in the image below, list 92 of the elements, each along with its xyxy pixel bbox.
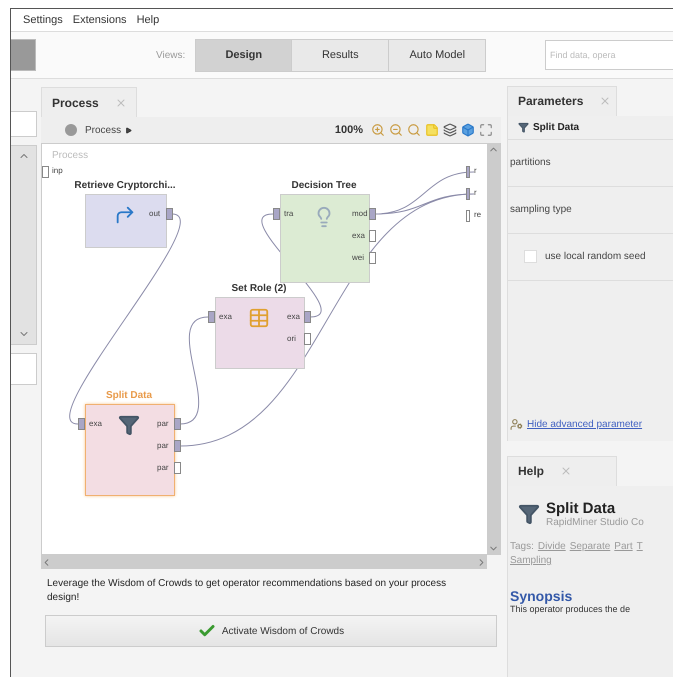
funnel-icon	[518, 122, 529, 133]
parameter-label: partitions	[510, 157, 551, 168]
output-port[interactable]	[174, 418, 181, 430]
view-tab[interactable]: Auto Model	[389, 38, 486, 72]
menu-item[interactable]: Settings	[23, 14, 63, 26]
port-label: par	[157, 419, 169, 428]
operator-name: Split Data	[533, 122, 580, 133]
zoom-level: 100%	[334, 124, 363, 136]
search-icon[interactable]	[407, 123, 421, 137]
operator-node[interactable]	[85, 194, 167, 248]
wisdom-message: Leverage the Wisdom of Crowds to get operator recommendations based on your process design!	[46, 577, 448, 605]
output-port[interactable]	[174, 440, 181, 452]
synopsis-text: This operator produces the de	[509, 604, 632, 614]
process-icon	[65, 124, 77, 136]
parameter-label: sampling type	[510, 204, 572, 216]
operator-title: Split Data	[106, 390, 152, 401]
advanced-link[interactable]: Hide advanced parameter	[527, 418, 642, 430]
toolbar-button[interactable]	[11, 39, 36, 71]
output-port[interactable]	[304, 333, 311, 345]
close-icon[interactable]	[599, 95, 612, 108]
user-icon	[510, 418, 523, 431]
help-title: Split Data	[546, 500, 616, 517]
port-label: ori	[287, 334, 296, 343]
operator-title: Decision Tree	[291, 180, 357, 191]
port-label: inp	[52, 166, 63, 175]
fit-icon[interactable]	[479, 123, 493, 137]
port-label: exa	[219, 312, 232, 321]
canvas-label: Process	[52, 150, 88, 161]
input-port[interactable]	[208, 311, 215, 323]
tab-title: Parameters	[518, 94, 584, 108]
output-port[interactable]	[304, 311, 311, 323]
output-port[interactable]	[174, 462, 181, 474]
menu-item[interactable]: Help	[136, 14, 160, 26]
zoom-out-icon[interactable]	[389, 123, 403, 137]
port-label: par	[157, 463, 169, 472]
panel-tab[interactable]: Parameters	[507, 86, 617, 116]
table-icon	[248, 307, 270, 329]
funnel-icon	[118, 414, 140, 436]
port-label: mod	[352, 209, 368, 218]
activate-button[interactable]: Activate Wisdom of Crowds	[45, 615, 497, 647]
port-label: wei	[352, 253, 364, 262]
output-port[interactable]	[466, 210, 470, 222]
view-tab[interactable]: Design	[195, 38, 292, 72]
port-label: exa	[89, 419, 102, 428]
layers-icon[interactable]	[443, 123, 457, 137]
operator-title: Set Role (2)	[232, 283, 286, 294]
port-label: out	[149, 209, 160, 218]
operator-node[interactable]	[280, 194, 370, 283]
panel-tab[interactable]: Process	[41, 87, 137, 117]
port-label: exa	[287, 312, 300, 321]
scrollbar[interactable]	[11, 145, 37, 345]
help-subtitle: RapidMiner Studio Co	[546, 516, 644, 528]
cube-icon[interactable]	[461, 123, 475, 137]
process-canvas[interactable]: Process inp r r re Retrieve Cryptorchi... out Decision Tree tra mod exa wei Set Role (2) exa exa ori Split Data exa par par par	[42, 144, 487, 554]
tags-label: Tags:	[510, 540, 534, 554]
checkbox-label: use local random seed	[545, 251, 646, 262]
output-port[interactable]	[369, 252, 376, 264]
tab-title: Help	[518, 464, 544, 478]
port-label: re	[474, 210, 482, 219]
port-label: tra	[284, 209, 294, 218]
section-heading: Synopsis	[509, 588, 574, 604]
checkbox[interactable]	[524, 250, 537, 264]
play-icon	[125, 126, 132, 134]
views-label: Views:	[156, 50, 186, 60]
output-port[interactable]	[369, 230, 376, 242]
port-label: par	[157, 441, 169, 450]
operator-node[interactable]	[215, 297, 305, 369]
operator-title: Retrieve Cryptorchi...	[74, 180, 176, 191]
output-port[interactable]	[166, 208, 173, 220]
scrollbar[interactable]	[41, 555, 487, 569]
tab-title: Process	[52, 96, 99, 110]
port-label: r	[474, 188, 477, 197]
input-port[interactable]	[273, 208, 280, 220]
zoom-in-icon[interactable]	[371, 123, 385, 137]
scrollbar[interactable]	[487, 144, 500, 554]
input-port[interactable]	[42, 166, 49, 178]
operator-node[interactable]	[85, 404, 175, 496]
port-label: exa	[352, 231, 365, 240]
menu-item[interactable]: Extensions	[72, 14, 127, 26]
arrow-icon	[114, 204, 136, 226]
breadcrumb[interactable]: Process	[85, 124, 122, 136]
output-port[interactable]	[466, 166, 470, 178]
close-icon[interactable]	[114, 96, 127, 108]
search-field[interactable]: Find data, opera	[545, 40, 673, 70]
port-label: r	[474, 166, 477, 175]
panel-tab[interactable]: Help	[507, 456, 617, 486]
output-port[interactable]	[369, 208, 376, 220]
output-port[interactable]	[466, 188, 470, 200]
input-port[interactable]	[78, 418, 85, 430]
view-tab[interactable]: Results	[292, 38, 390, 72]
close-icon[interactable]	[560, 465, 572, 478]
funnel-icon	[518, 502, 540, 525]
